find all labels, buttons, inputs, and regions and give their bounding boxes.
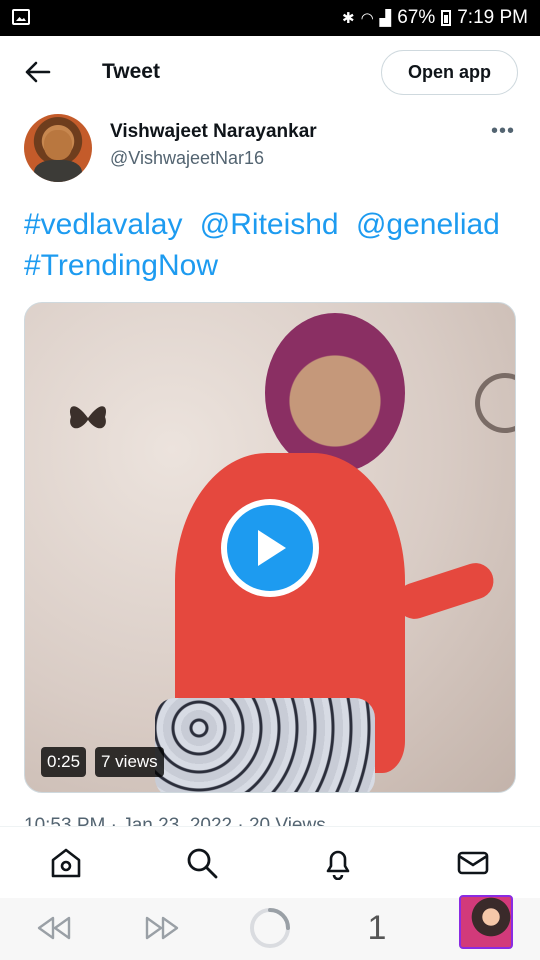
video-subject-arm — [391, 558, 499, 624]
back-button[interactable] — [22, 56, 54, 88]
nav-messages[interactable] — [455, 845, 491, 881]
status-bar: ✱ ◠ ▟ 67% 7:19 PM — [0, 0, 540, 36]
open-app-button[interactable]: Open app — [381, 50, 518, 95]
signal-icon: ▟ — [379, 10, 392, 27]
hashtag-link[interactable]: #vedlavalay — [24, 208, 182, 241]
tab-count[interactable]: 1 — [362, 908, 392, 948]
bottom-nav — [0, 826, 540, 898]
hashtag-link[interactable]: #TrendingNow — [24, 249, 218, 282]
battery-icon — [441, 10, 452, 26]
page-title: Tweet — [102, 60, 160, 83]
tweet-text: #vedlavalay @Riteishd @geneliad #Trendin… — [24, 204, 524, 286]
tab-switcher-button[interactable] — [458, 895, 514, 949]
swirl-decal — [475, 373, 515, 433]
reload-button[interactable] — [248, 908, 292, 948]
play-button[interactable] — [221, 499, 319, 597]
wifi-icon: ◠ — [360, 10, 374, 27]
home-icon — [51, 848, 81, 878]
mention-link[interactable]: @Riteishd — [200, 208, 339, 241]
video-duration: 0:25 — [41, 747, 87, 777]
video-subject-head — [265, 313, 405, 473]
more-options-button[interactable]: ••• — [488, 120, 518, 144]
bluetooth-icon: ✱ — [341, 10, 355, 27]
gallery-notification-icon — [12, 9, 30, 25]
mention-link[interactable]: @geneliad — [356, 208, 500, 241]
author-name[interactable]: Vishwajeet Narayankar — [110, 121, 317, 143]
rewind-icon — [37, 916, 71, 940]
status-indicators: ✱ ◠ ▟ 67% 7:19 PM — [342, 6, 528, 30]
video-views: 7 views — [95, 747, 164, 777]
nav-notifications[interactable] — [320, 845, 356, 881]
tweet-header: Tweet Open app — [0, 36, 540, 108]
battery-percent: 67% — [397, 7, 436, 28]
loading-spinner-icon — [250, 908, 290, 948]
fast-forward-icon — [145, 916, 179, 940]
play-icon — [258, 530, 286, 566]
arrow-left-icon — [25, 61, 51, 83]
avatar[interactable] — [24, 114, 92, 182]
browser-forward-button[interactable] — [142, 908, 182, 948]
butterfly-decal — [69, 406, 107, 429]
browser-back-button[interactable] — [34, 908, 74, 948]
nav-home[interactable] — [48, 845, 84, 881]
tweet-timestamp: 10:53 PM · Jan 23, 2022 · 20 Views — [24, 815, 326, 826]
play-circle — [227, 505, 313, 591]
nav-search[interactable] — [184, 845, 220, 881]
status-time: 7:19 PM — [457, 7, 528, 28]
browser-nav-bar: 1 — [0, 895, 540, 960]
video-subject-pants — [155, 698, 375, 792]
video-player[interactable]: 0:25 7 views — [24, 302, 516, 793]
notifications-icon — [326, 850, 350, 880]
tab-thumbnail — [459, 895, 513, 949]
search-icon — [187, 848, 218, 879]
messages-icon — [457, 851, 489, 875]
author-handle[interactable]: @VishwajeetNar16 — [110, 148, 264, 169]
